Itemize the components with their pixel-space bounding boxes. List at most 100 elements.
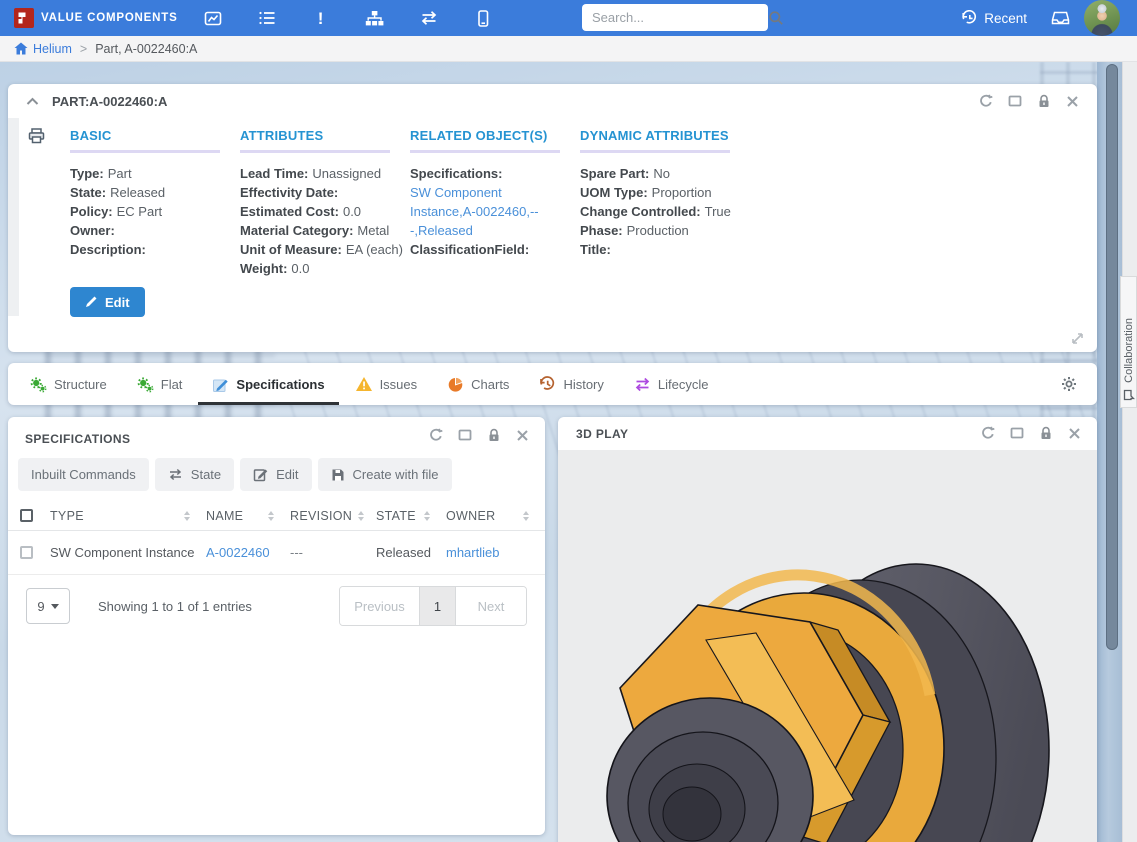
chevron-down-icon	[51, 604, 59, 609]
field-row: Phase:Production	[580, 221, 731, 240]
column-type[interactable]: TYPE	[50, 509, 206, 523]
tab-structure[interactable]: Structure	[30, 363, 107, 405]
column-owner[interactable]: OWNER	[446, 509, 545, 523]
user-avatar[interactable]	[1084, 0, 1120, 36]
tab-settings-gear-icon[interactable]	[1061, 376, 1077, 392]
lock-icon[interactable]	[1039, 426, 1053, 440]
home-icon	[14, 42, 28, 55]
tab-history[interactable]: History	[539, 363, 603, 405]
task-list-icon[interactable]	[250, 4, 284, 32]
close-icon[interactable]	[1066, 95, 1079, 108]
mobile-icon[interactable]	[466, 4, 500, 32]
pencil-paper-icon	[212, 376, 229, 393]
3d-viewport[interactable]	[558, 450, 1097, 842]
refresh-icon[interactable]	[429, 428, 443, 442]
row-checkbox[interactable]	[20, 546, 33, 559]
part-detail-panel: PART:A-0022460:A BASIC Type:Part State:R…	[8, 84, 1097, 352]
specification-link[interactable]: SW Component Instance,A-0022460,---,Rele…	[410, 183, 562, 240]
field-row: Policy:EC Part	[70, 202, 240, 221]
refresh-icon[interactable]	[979, 94, 993, 108]
collaboration-tab[interactable]: Collaboration	[1120, 276, 1137, 408]
window-icon[interactable]	[458, 428, 472, 442]
create-with-file-button[interactable]: Create with file	[318, 458, 452, 491]
tab-lifecycle[interactable]: Lifecycle	[634, 363, 709, 405]
inbox-icon[interactable]	[1043, 4, 1077, 32]
swap-arrows-icon	[168, 468, 183, 481]
section-basic: BASIC Type:Part State:Released Policy:EC…	[70, 128, 240, 278]
navbar-menu: !	[196, 4, 500, 32]
field-row: Change Controlled:True	[580, 202, 731, 221]
part-window-controls	[979, 94, 1079, 108]
history-icon	[961, 10, 978, 26]
section-related-objects: RELATED OBJECT(S) Specifications: SW Com…	[410, 128, 580, 278]
3d-play-window-controls	[981, 426, 1081, 440]
previous-page-button[interactable]: Previous	[340, 587, 420, 625]
cell-owner-link[interactable]: mhartlieb	[446, 545, 545, 560]
column-state[interactable]: STATE	[376, 509, 446, 523]
resize-handle-icon[interactable]	[1070, 331, 1085, 346]
sort-icon[interactable]	[358, 511, 364, 521]
search-input[interactable]	[592, 10, 768, 25]
window-icon[interactable]	[1008, 94, 1022, 108]
tab-flat[interactable]: Flat	[137, 363, 183, 405]
pagination-bar: 9 Showing 1 to 1 of 1 entries Previous 1…	[8, 588, 545, 624]
object-tabs-bar: Structure Flat Specifications Issues Cha…	[8, 363, 1097, 405]
print-icon[interactable]	[28, 128, 45, 144]
window-icon[interactable]	[1010, 426, 1024, 440]
page-size-select[interactable]: 9	[26, 588, 70, 624]
cell-name-link[interactable]: A-0022460	[206, 545, 290, 560]
gears-icon	[137, 376, 154, 393]
alerts-icon[interactable]: !	[304, 4, 338, 32]
field-row: Material Category:Metal	[240, 221, 410, 240]
sitemap-icon[interactable]	[358, 4, 392, 32]
swap-arrows-icon[interactable]	[412, 4, 446, 32]
collapse-chevron-icon[interactable]	[26, 97, 39, 106]
section-heading: RELATED OBJECT(S)	[410, 128, 560, 153]
search-icon[interactable]	[768, 10, 784, 26]
section-heading: BASIC	[70, 128, 220, 153]
column-name[interactable]: NAME	[206, 509, 290, 523]
gears-icon	[30, 376, 47, 393]
pencil-icon	[85, 296, 97, 308]
current-page-button[interactable]: 1	[420, 587, 456, 625]
inbuilt-commands-button[interactable]: Inbuilt Commands	[18, 458, 149, 491]
refresh-icon[interactable]	[981, 426, 995, 440]
lock-icon[interactable]	[487, 428, 501, 442]
edit-button[interactable]: Edit	[240, 458, 311, 491]
select-all-checkbox[interactable]	[20, 509, 33, 522]
field-row: UOM Type:Proportion	[580, 183, 731, 202]
sort-icon[interactable]	[523, 511, 529, 521]
section-attributes: ATTRIBUTES Lead Time:Unassigned Effectiv…	[240, 128, 410, 278]
state-button[interactable]: State	[155, 458, 234, 491]
field-row: Unit of Measure:EA (each)	[240, 240, 410, 259]
tab-specifications[interactable]: Specifications	[212, 363, 324, 405]
breadcrumb-home-link[interactable]: Helium	[14, 42, 72, 56]
lock-icon[interactable]	[1037, 94, 1051, 108]
field-row: Owner:	[70, 221, 240, 240]
sort-icon[interactable]	[424, 511, 430, 521]
specifications-toolbar: Inbuilt Commands State Edit Create with …	[8, 454, 545, 501]
close-icon[interactable]	[1068, 427, 1081, 440]
navbar-right: Recent	[961, 0, 1077, 36]
analytics-icon[interactable]	[196, 4, 230, 32]
breadcrumb-separator: >	[80, 42, 87, 56]
edit-part-button[interactable]: Edit	[70, 287, 145, 317]
recent-button[interactable]: Recent	[961, 10, 1027, 26]
next-page-button[interactable]: Next	[456, 587, 526, 625]
tab-charts[interactable]: Charts	[447, 363, 509, 405]
part-panel-header: PART:A-0022460:A	[8, 84, 1097, 118]
warning-triangle-icon	[355, 376, 373, 392]
field-row: Weight:0.0	[240, 259, 410, 278]
tab-issues[interactable]: Issues	[355, 363, 418, 405]
close-icon[interactable]	[516, 429, 529, 442]
field-row: Description:	[70, 240, 240, 259]
top-navbar: VALUE COMPONENTS !	[0, 0, 1137, 36]
column-revision[interactable]: REVISION	[290, 509, 376, 523]
chat-bubble-icon	[1123, 389, 1135, 401]
app-logo[interactable]	[14, 8, 34, 28]
sort-icon[interactable]	[268, 511, 274, 521]
vertical-scrollbar-thumb[interactable]	[1106, 64, 1118, 650]
section-heading: DYNAMIC ATTRIBUTES	[580, 128, 730, 153]
breadcrumb-home-label: Helium	[33, 42, 72, 56]
sort-icon[interactable]	[184, 511, 190, 521]
